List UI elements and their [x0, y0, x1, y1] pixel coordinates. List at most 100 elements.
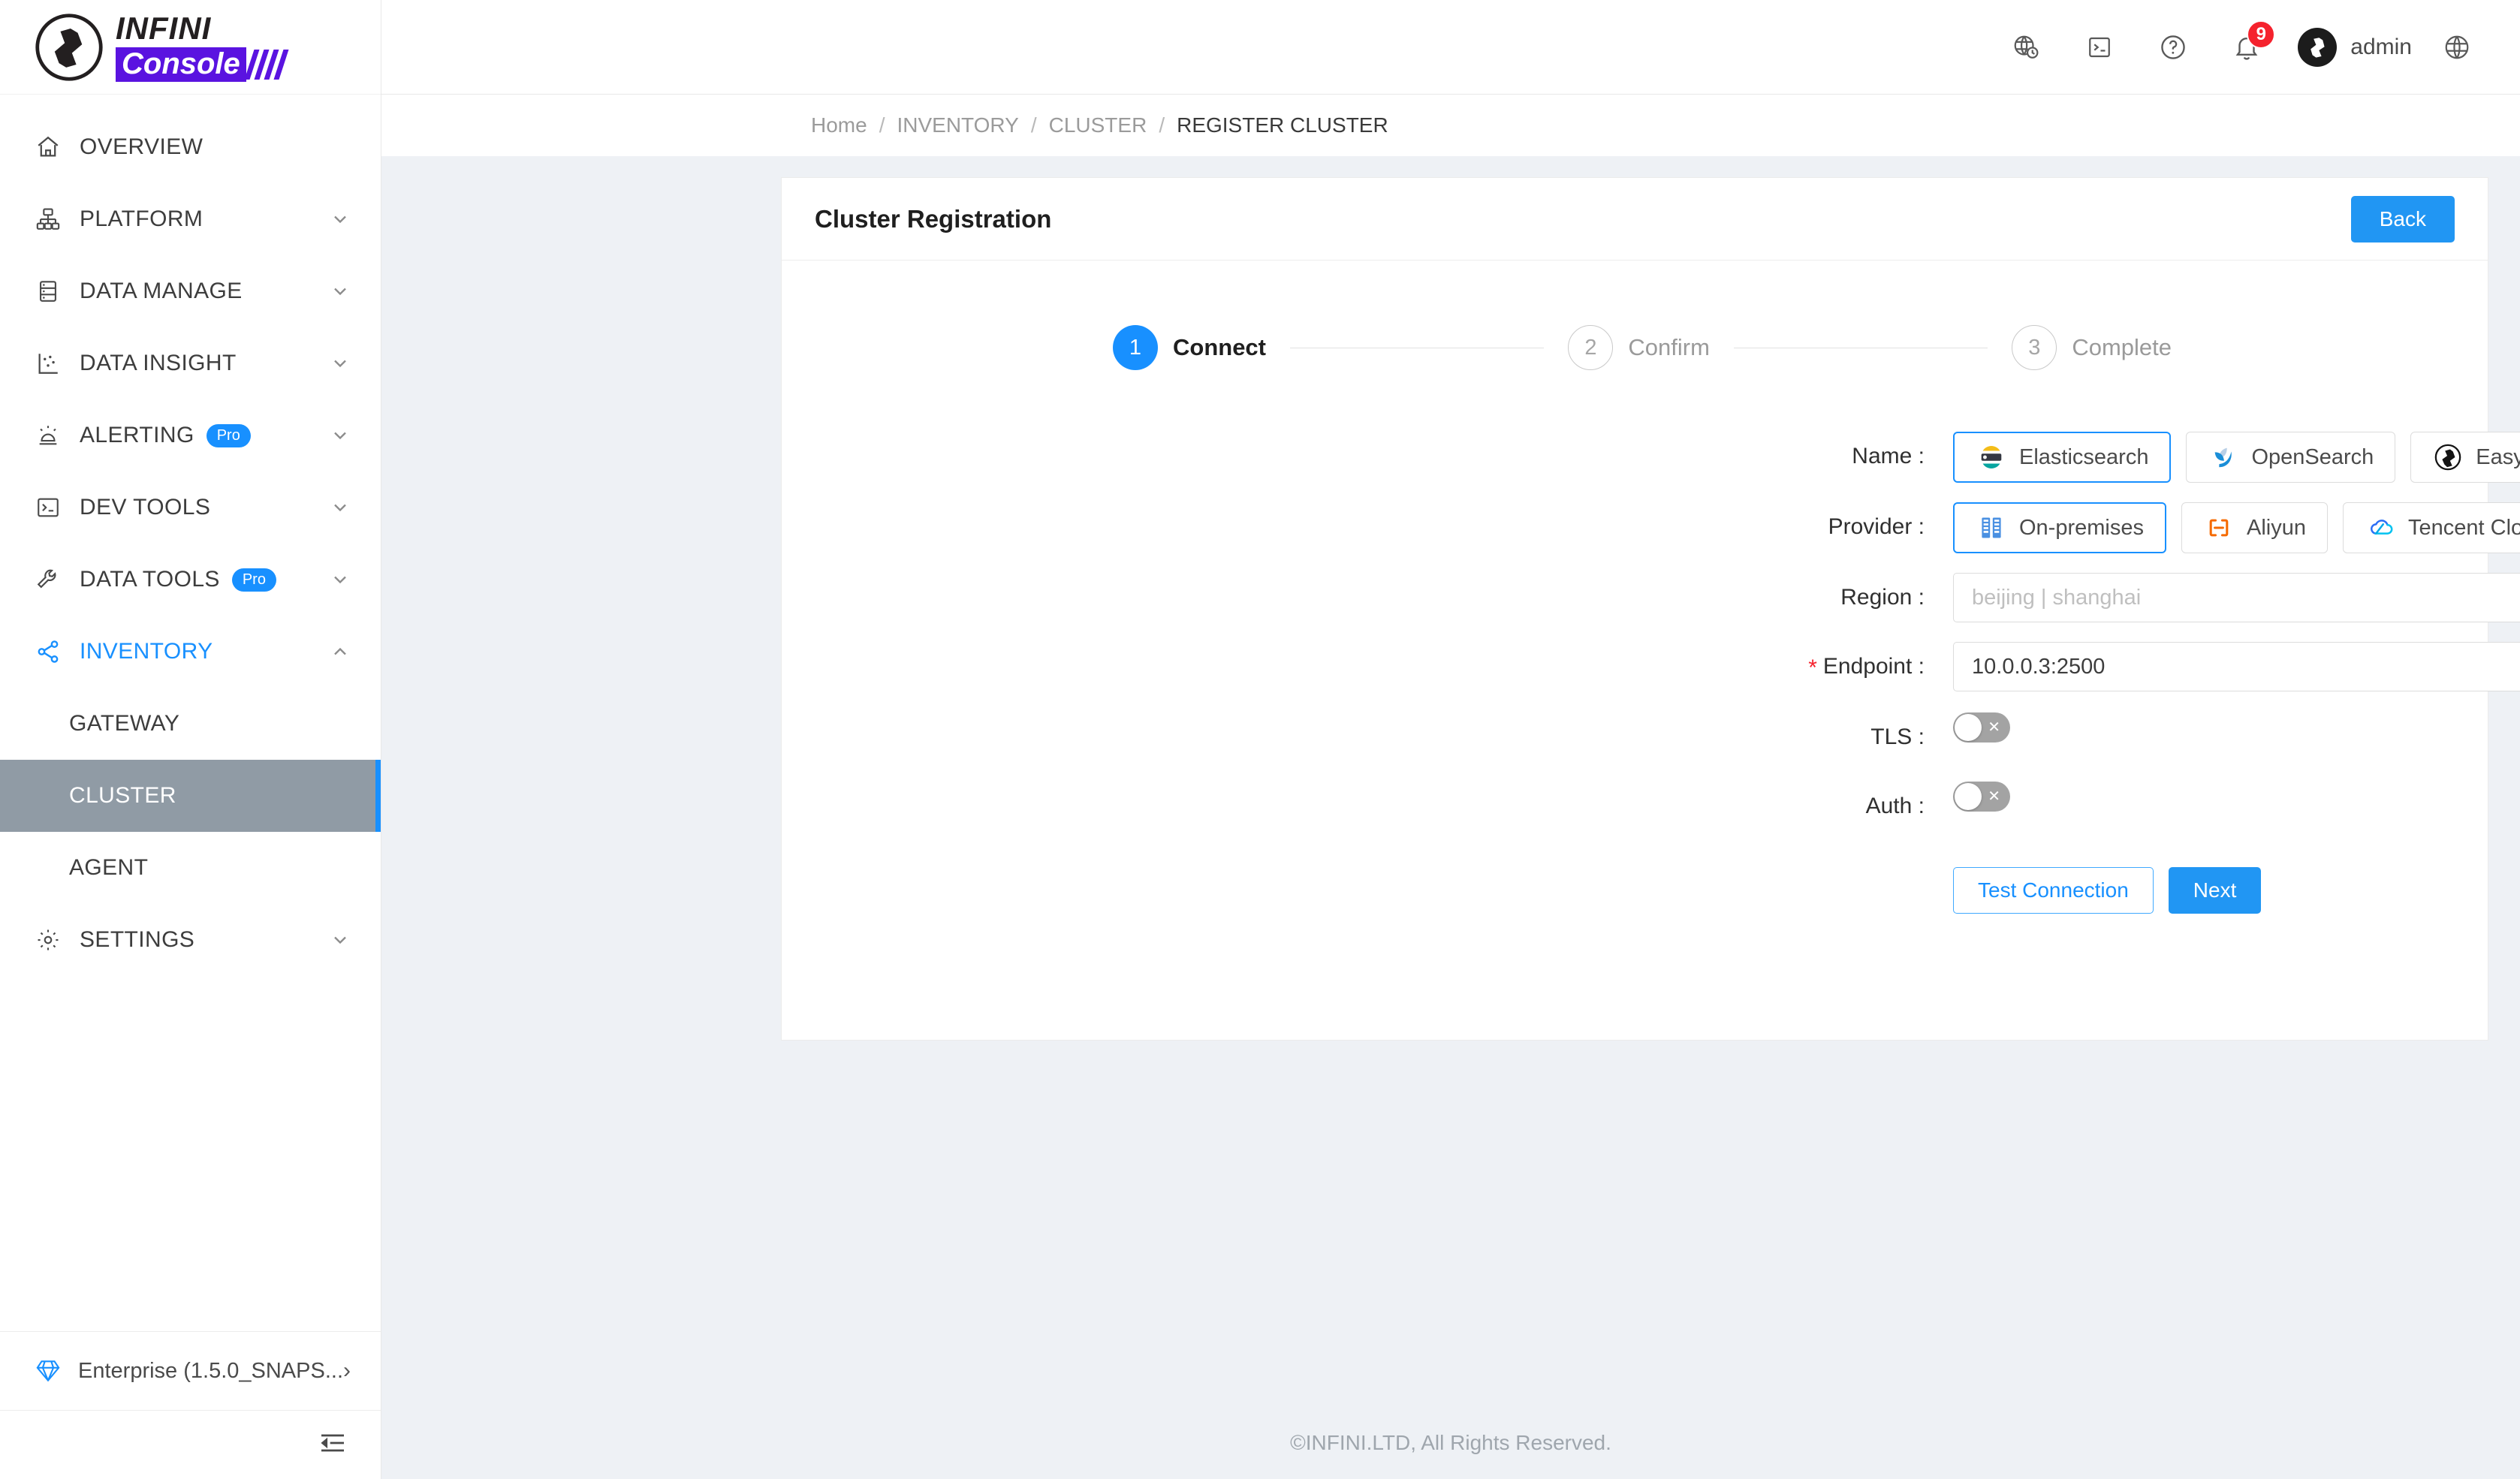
- form-row-auth: Auth : ✕: [782, 782, 2488, 831]
- page-footer: ©INFINI.LTD, All Rights Reserved.: [381, 1407, 2520, 1479]
- opensearch-icon: [2208, 441, 2239, 473]
- share-nodes-icon: [33, 637, 63, 667]
- sidebar-item-inventory[interactable]: INVENTORY: [0, 616, 381, 688]
- breadcrumb-item-home[interactable]: Home: [811, 113, 867, 137]
- topbar: 9 admin: [381, 0, 2520, 95]
- sidebar-item-dev-tools[interactable]: DEV TOOLS: [0, 471, 381, 544]
- provider-option-on-premises[interactable]: On-premises: [1953, 502, 2166, 553]
- app-root: INFINI Console OVERVIEW PLATFORM DATA MA…: [0, 0, 2520, 1479]
- subnav-label: GATEWAY: [69, 711, 180, 736]
- step-label: Confirm: [1628, 334, 1710, 360]
- step-number: 3: [2012, 325, 2057, 370]
- gear-icon: [33, 925, 63, 955]
- provider-option-group: On-premises Aliyun Tencent Clo: [1953, 502, 2520, 553]
- sidebar-item-label: DATA TOOLS: [80, 567, 220, 592]
- brand-name-bottom: Console: [116, 47, 246, 82]
- step-connect[interactable]: 1 Connect: [1113, 325, 1266, 370]
- form-actions: Test Connection Next: [1953, 867, 2262, 914]
- breadcrumb-separator: /: [879, 113, 885, 137]
- tls-toggle[interactable]: ✕: [1953, 712, 2010, 743]
- sidebar-item-gateway[interactable]: GATEWAY: [0, 688, 381, 760]
- breadcrumb-item-register-cluster: REGISTER CLUSTER: [1177, 113, 1388, 137]
- region-input[interactable]: [1953, 573, 2520, 622]
- engine-option-opensearch[interactable]: OpenSearch: [2186, 432, 2396, 483]
- auth-toggle[interactable]: ✕: [1953, 782, 2010, 812]
- engine-option-group: Elasticsearch OpenSearch Easy: [1953, 432, 2520, 483]
- step-label: Connect: [1173, 334, 1266, 360]
- chevron-right-icon: ›: [343, 1358, 351, 1383]
- sidebar-item-data-manage[interactable]: DATA MANAGE: [0, 255, 381, 327]
- endpoint-input[interactable]: [1953, 642, 2520, 691]
- sidebar: INFINI Console OVERVIEW PLATFORM DATA MA…: [0, 0, 381, 1479]
- option-label: Aliyun: [2247, 515, 2306, 540]
- back-button[interactable]: Back: [2350, 195, 2455, 242]
- chevron-down-icon[interactable]: [330, 353, 351, 374]
- sidebar-item-label: DEV TOOLS: [80, 495, 211, 520]
- elasticsearch-icon: [1976, 441, 2007, 473]
- sidebar-item-data-insight[interactable]: DATA INSIGHT: [0, 327, 381, 399]
- brand-logo[interactable]: INFINI Console: [0, 0, 381, 95]
- sidebar-item-cluster[interactable]: CLUSTER: [0, 760, 381, 832]
- sidebar-collapse-button[interactable]: [0, 1410, 381, 1479]
- sidebar-item-platform[interactable]: PLATFORM: [0, 183, 381, 255]
- step-number: 2: [1568, 325, 1614, 370]
- avatar: [2298, 27, 2338, 67]
- sidebar-item-overview[interactable]: OVERVIEW: [0, 111, 381, 183]
- chevron-down-icon[interactable]: [330, 497, 351, 518]
- sidebar-item-label: OVERVIEW: [80, 134, 203, 159]
- user-name: admin: [2350, 34, 2412, 59]
- provider-option-aliyun[interactable]: Aliyun: [2181, 502, 2328, 553]
- sidebar-item-settings[interactable]: SETTINGS: [0, 904, 381, 976]
- sidebar-item-label: ALERTING: [80, 423, 194, 447]
- easysearch-icon: [2432, 441, 2464, 473]
- option-label: Elasticsearch: [2019, 444, 2149, 469]
- chevron-down-icon[interactable]: [330, 569, 351, 590]
- user-menu[interactable]: admin: [2298, 27, 2412, 67]
- sidebar-item-alerting[interactable]: ALERTING Pro: [0, 399, 381, 471]
- option-label: OpenSearch: [2251, 444, 2374, 469]
- chevron-down-icon[interactable]: [330, 209, 351, 230]
- terminal-icon: [33, 492, 63, 523]
- engine-option-easysearch[interactable]: Easysearch: [2410, 432, 2520, 483]
- endpoint-label: * Endpoint :: [782, 642, 1953, 693]
- step-confirm[interactable]: 2 Confirm: [1568, 325, 1710, 370]
- edition-link[interactable]: Enterprise (1.5.0_SNAPS... ›: [0, 1332, 381, 1410]
- engine-option-elasticsearch[interactable]: Elasticsearch: [1953, 432, 2172, 483]
- step-complete[interactable]: 3 Complete: [2012, 325, 2172, 370]
- sidebar-item-label: DATA MANAGE: [80, 279, 243, 303]
- tencent-cloud-icon: [2365, 512, 2396, 544]
- pro-badge: Pro: [231, 568, 276, 592]
- chevron-down-icon[interactable]: [330, 929, 351, 950]
- chevron-down-icon[interactable]: [330, 425, 351, 446]
- help-circle-icon[interactable]: [2145, 19, 2202, 76]
- chevron-down-icon[interactable]: [330, 281, 351, 302]
- breadcrumb-item-cluster[interactable]: CLUSTER: [1049, 113, 1147, 137]
- test-connection-button[interactable]: Test Connection: [1953, 867, 2154, 914]
- sidebar-nav: OVERVIEW PLATFORM DATA MANAGE DATA INSIG…: [0, 95, 381, 1331]
- option-label: Tencent Cloud: [2408, 515, 2520, 540]
- main-area: 9 admin Home / INVENTORY / CLUSTER / REG…: [381, 0, 2520, 1479]
- bell-icon[interactable]: 9: [2218, 19, 2276, 76]
- world-clock-icon[interactable]: [1997, 19, 2054, 76]
- form-row-region: Region :: [782, 573, 2520, 622]
- aliyun-icon: [2203, 512, 2235, 544]
- toggle-knob: [1955, 783, 1982, 810]
- form-row-actions: Test Connection Next: [782, 851, 2488, 914]
- sidebar-item-label: PLATFORM: [80, 206, 203, 231]
- page-title: Cluster Registration: [815, 204, 1052, 233]
- card-header: Cluster Registration Back: [782, 178, 2488, 261]
- globe-icon[interactable]: [2428, 19, 2485, 76]
- auth-label: Auth :: [1865, 794, 1925, 818]
- provider-option-tencent-cloud[interactable]: Tencent Cloud: [2343, 502, 2520, 553]
- content-area: Cluster Registration Back 1 Connect 2 Co…: [381, 156, 2520, 1407]
- chevron-up-icon[interactable]: [330, 641, 351, 662]
- console-terminal-icon[interactable]: [2071, 19, 2128, 76]
- next-button[interactable]: Next: [2168, 867, 2262, 914]
- sidebar-item-data-tools[interactable]: DATA TOOLS Pro: [0, 544, 381, 616]
- infini-logo-icon: [33, 11, 105, 83]
- sidebar-item-label: DATA INSIGHT: [80, 351, 237, 375]
- wrench-icon: [33, 565, 63, 595]
- name-label: Name :: [1852, 444, 1925, 468]
- sidebar-item-agent[interactable]: AGENT: [0, 832, 381, 904]
- breadcrumb-item-inventory[interactable]: INVENTORY: [897, 113, 1018, 137]
